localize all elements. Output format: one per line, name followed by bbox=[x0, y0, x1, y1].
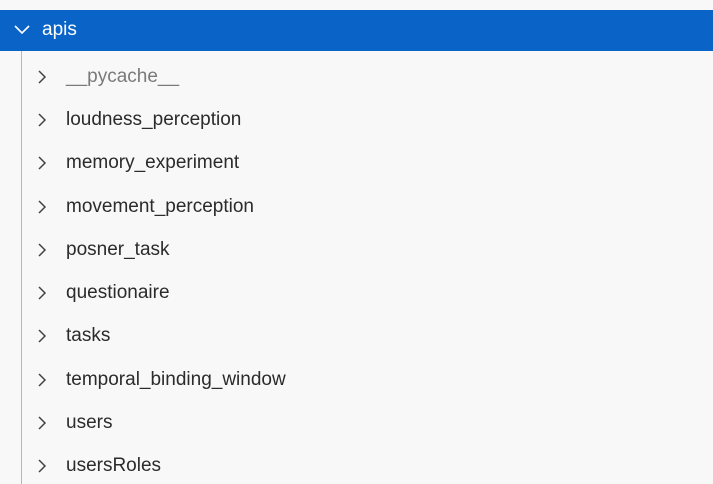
folder-row-posner-task[interactable]: posner_task bbox=[22, 229, 713, 272]
folder-label: loudness_perception bbox=[66, 109, 242, 130]
folder-row-apis[interactable]: apis bbox=[0, 10, 713, 51]
folder-label: __pycache__ bbox=[66, 66, 180, 87]
folder-row-users-roles[interactable]: usersRoles bbox=[22, 445, 713, 484]
chevron-down-icon[interactable] bbox=[12, 20, 32, 40]
folder-label: temporal_binding_window bbox=[66, 369, 286, 390]
folder-row-movement-perception[interactable]: movement_perception bbox=[22, 186, 713, 229]
folder-row-questionaire[interactable]: questionaire bbox=[22, 272, 713, 315]
folder-label: movement_perception bbox=[66, 196, 254, 217]
folder-label: usersRoles bbox=[66, 455, 162, 476]
folder-label: memory_experiment bbox=[66, 152, 240, 173]
folder-label-apis: apis bbox=[42, 19, 77, 40]
folder-label: tasks bbox=[66, 325, 111, 346]
folder-row-loudness-perception[interactable]: loudness_perception bbox=[22, 99, 713, 142]
chevron-right-icon[interactable] bbox=[34, 112, 50, 128]
folder-row-users[interactable]: users bbox=[22, 402, 713, 445]
folder-label: posner_task bbox=[66, 239, 170, 260]
folder-row-pycache[interactable]: __pycache__ bbox=[22, 56, 713, 99]
chevron-right-icon[interactable] bbox=[34, 458, 50, 474]
chevron-right-icon[interactable] bbox=[34, 415, 50, 431]
folder-label: users bbox=[66, 412, 113, 433]
folder-label: questionaire bbox=[66, 282, 170, 303]
folder-row-temporal-binding-window[interactable]: temporal_binding_window bbox=[22, 359, 713, 402]
folder-row-tasks[interactable]: tasks bbox=[22, 315, 713, 358]
chevron-right-icon[interactable] bbox=[34, 242, 50, 258]
chevron-right-icon[interactable] bbox=[34, 69, 50, 85]
folder-row-memory-experiment[interactable]: memory_experiment bbox=[22, 142, 713, 185]
file-explorer-tree: apis __pycache__ loudness_perception mem… bbox=[0, 0, 713, 484]
chevron-right-icon[interactable] bbox=[34, 199, 50, 215]
chevron-right-icon[interactable] bbox=[34, 328, 50, 344]
chevron-right-icon[interactable] bbox=[34, 372, 50, 388]
chevron-right-icon[interactable] bbox=[34, 155, 50, 171]
chevron-right-icon[interactable] bbox=[34, 285, 50, 301]
